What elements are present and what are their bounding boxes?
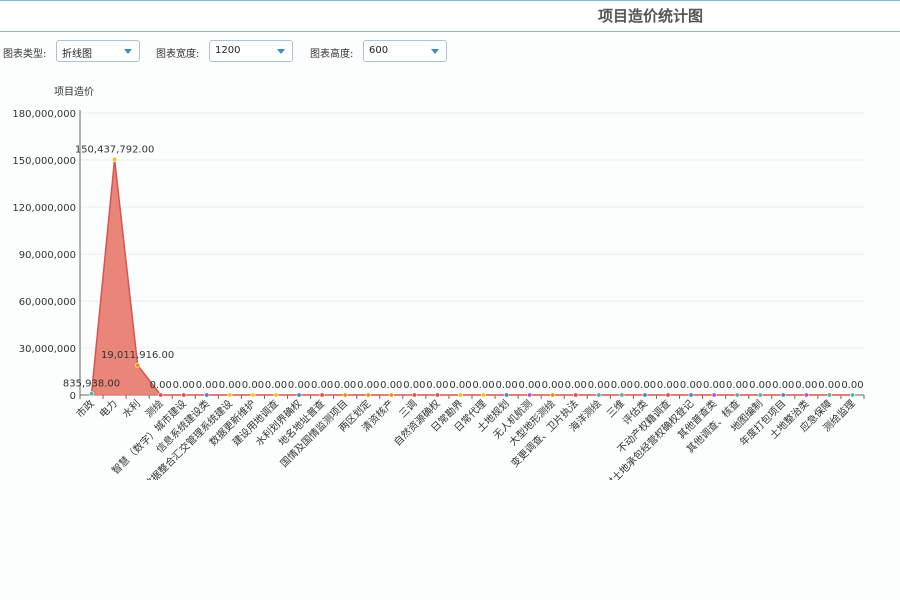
data-point xyxy=(112,156,118,162)
data-point xyxy=(434,392,440,398)
data-label: 0.00 xyxy=(426,380,448,391)
data-point xyxy=(757,392,763,398)
data-point xyxy=(89,391,95,397)
chart-width-value: 1200 xyxy=(215,45,241,56)
data-point xyxy=(504,392,510,398)
chevron-down-icon xyxy=(124,49,132,54)
data-point xyxy=(135,362,141,368)
data-label: 0.00 xyxy=(403,380,425,391)
data-point xyxy=(411,392,417,398)
series-area xyxy=(91,159,853,395)
data-point xyxy=(596,392,602,398)
data-point xyxy=(342,392,348,398)
data-label: 0.00 xyxy=(173,380,195,391)
data-point xyxy=(227,392,233,398)
data-point xyxy=(457,392,463,398)
data-label: 0.00 xyxy=(311,380,333,391)
data-point xyxy=(250,392,256,398)
data-label: 0.00 xyxy=(726,380,748,391)
data-label: 0.00 xyxy=(634,380,656,391)
y-tick-label: 120,000,000 xyxy=(12,203,76,214)
data-label: 19,011,916.00 xyxy=(101,350,174,361)
data-point xyxy=(204,392,210,398)
data-point xyxy=(734,392,740,398)
project-cost-chart: 项目造价 0 30,000,000 60,000,000 90,000,000 120,0… xyxy=(12,85,865,480)
y-tick-label: 90,000,000 xyxy=(19,250,76,261)
chart-height-label: 图表高度: xyxy=(310,49,354,60)
data-label: 0.00 xyxy=(219,380,241,391)
data-point xyxy=(573,392,579,398)
data-label: 0.00 xyxy=(150,380,172,391)
data-label: 0.00 xyxy=(818,380,840,391)
y-tick-label: 180,000,000 xyxy=(12,109,76,120)
data-point xyxy=(365,392,371,398)
data-label: 0.00 xyxy=(242,380,264,391)
data-label: 0.00 xyxy=(680,380,702,391)
chart-width-select[interactable]: 1200 xyxy=(209,40,293,62)
data-label: 0.00 xyxy=(588,380,610,391)
chevron-down-icon xyxy=(431,49,439,54)
data-label: 0.00 xyxy=(196,380,218,391)
data-point xyxy=(803,392,809,398)
chart-type-value: 折线图 xyxy=(62,49,92,60)
y-tick-label: 150,000,000 xyxy=(12,156,76,167)
data-point xyxy=(527,392,533,398)
data-point xyxy=(665,392,671,398)
data-label: 0.00 xyxy=(472,380,494,391)
data-label: 150,437,792.00 xyxy=(75,144,155,155)
data-point xyxy=(642,392,648,398)
data-point xyxy=(319,392,325,398)
data-label: 0.00 xyxy=(703,380,725,391)
data-point xyxy=(158,392,164,398)
data-label: 0.00 xyxy=(611,380,633,391)
data-label: 0.00 xyxy=(841,380,863,391)
data-label: 0.00 xyxy=(288,380,310,391)
chart-controls: 图表类型: 折线图 图表宽度: 1200 图表高度: 600 xyxy=(0,40,900,64)
chart-height-select[interactable]: 600 xyxy=(363,40,447,62)
series-line xyxy=(90,159,853,396)
data-label: 0.00 xyxy=(565,380,587,391)
data-point xyxy=(619,392,625,398)
data-point xyxy=(273,392,279,398)
data-label: 0.00 xyxy=(657,380,679,391)
data-point xyxy=(711,392,717,398)
y-tick-label: 0 xyxy=(70,391,76,402)
data-point xyxy=(481,392,487,398)
page-title: 项目造价统计图 xyxy=(598,7,704,25)
data-point xyxy=(296,392,302,398)
data-label: 0.00 xyxy=(334,380,356,391)
data-point xyxy=(688,392,694,398)
x-tick-label: 水利 xyxy=(120,398,143,421)
data-point xyxy=(826,392,832,398)
x-tick-label: 电力 xyxy=(96,397,119,420)
data-label: 0.00 xyxy=(772,380,794,391)
chevron-down-icon xyxy=(277,49,285,54)
header-bar: 项目造价统计图 xyxy=(0,0,900,32)
chart-height-value: 600 xyxy=(369,45,389,56)
chart-type-label: 图表类型: xyxy=(3,49,47,60)
data-point xyxy=(388,392,394,398)
data-label: 0.00 xyxy=(519,380,541,391)
y-tick-label: 60,000,000 xyxy=(19,297,76,308)
data-label: 0.00 xyxy=(265,380,287,391)
data-label: 0.00 xyxy=(380,380,402,391)
data-point xyxy=(780,392,786,398)
data-label: 0.00 xyxy=(449,380,471,391)
data-point xyxy=(181,392,187,398)
chart-type-select[interactable]: 折线图 xyxy=(56,40,140,62)
data-point xyxy=(550,392,556,398)
x-tick-label: 市政 xyxy=(73,397,96,420)
y-tick-label: 30,000,000 xyxy=(19,344,76,355)
data-point xyxy=(849,392,855,398)
chart-width-label: 图表宽度: xyxy=(156,49,200,60)
data-label: 0.00 xyxy=(795,380,817,391)
y-axis-title: 项目造价 xyxy=(54,85,94,98)
data-label: 0.00 xyxy=(542,380,564,391)
data-label: 0.00 xyxy=(495,380,517,391)
data-label: 0.00 xyxy=(357,380,379,391)
data-label: 0.00 xyxy=(749,380,771,391)
data-label: 835,938.00 xyxy=(63,379,120,390)
